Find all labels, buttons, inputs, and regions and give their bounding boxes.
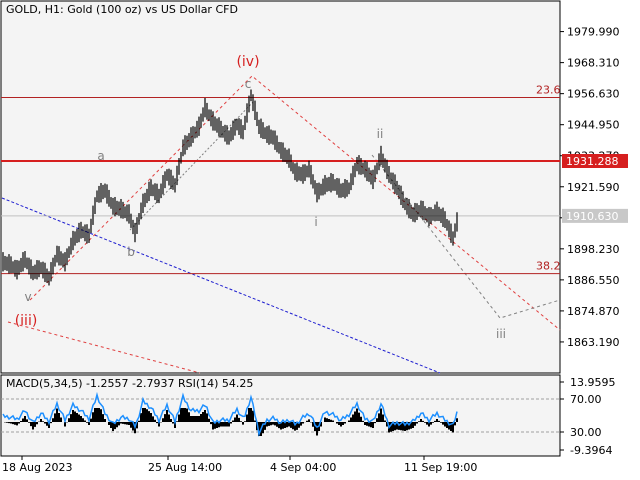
price-tick-label: 1968.310 [567,57,620,70]
wave-label: i [314,215,317,229]
price-tick-label: 1979.990 [567,26,620,39]
price-tick-label: 1956.630 [567,88,620,101]
wave-label: ii [377,127,384,141]
time-tick-label: 4 Sep 04:00 [270,461,336,474]
wave-label: (iii) [15,313,38,329]
wave-label: c [245,77,252,91]
time-tick-label: 11 Sep 19:00 [404,461,477,474]
indicator-tick-label: 30.00 [570,426,602,439]
wave-label: a [97,149,104,163]
price-tick-label: 1944.950 [567,119,620,132]
indicator-tick-label: 13.9595 [570,376,616,389]
wave-label: v [24,290,31,304]
chart-canvas[interactable]: 1979.9901968.3101956.6301944.9501933.270… [0,0,640,480]
resistance-price-label: 1931.288 [566,155,619,168]
price-tick-label: 1863.190 [567,336,620,349]
fib-label-23-6: 23.6 [536,83,561,96]
price-tick-label: 1921.590 [567,181,620,194]
indicator-tick-label: 70.00 [570,393,602,406]
wave-label: iii [496,327,506,341]
time-tick-label: 18 Aug 2023 [2,461,72,474]
wave-label: b [127,245,135,259]
fib-label-38-2: 38.2 [536,260,561,273]
current-price-label: 1910.630 [566,210,619,223]
price-tick-label: 1874.870 [567,305,620,318]
chart-title: GOLD, H1: Gold (100 oz) vs US Dollar CFD [6,3,238,16]
indicator-title: MACD(5,34,5) -1.2557 -2.7937 RSI(14) 54.… [6,377,254,390]
price-tick-label: 1886.550 [567,274,620,287]
indicator-tick-label: -9.3964 [570,444,612,457]
time-tick-label: 25 Aug 14:00 [148,461,222,474]
price-tick-label: 1898.230 [567,243,620,256]
wave-label: (iv) [236,54,259,70]
price-panel [0,0,561,374]
